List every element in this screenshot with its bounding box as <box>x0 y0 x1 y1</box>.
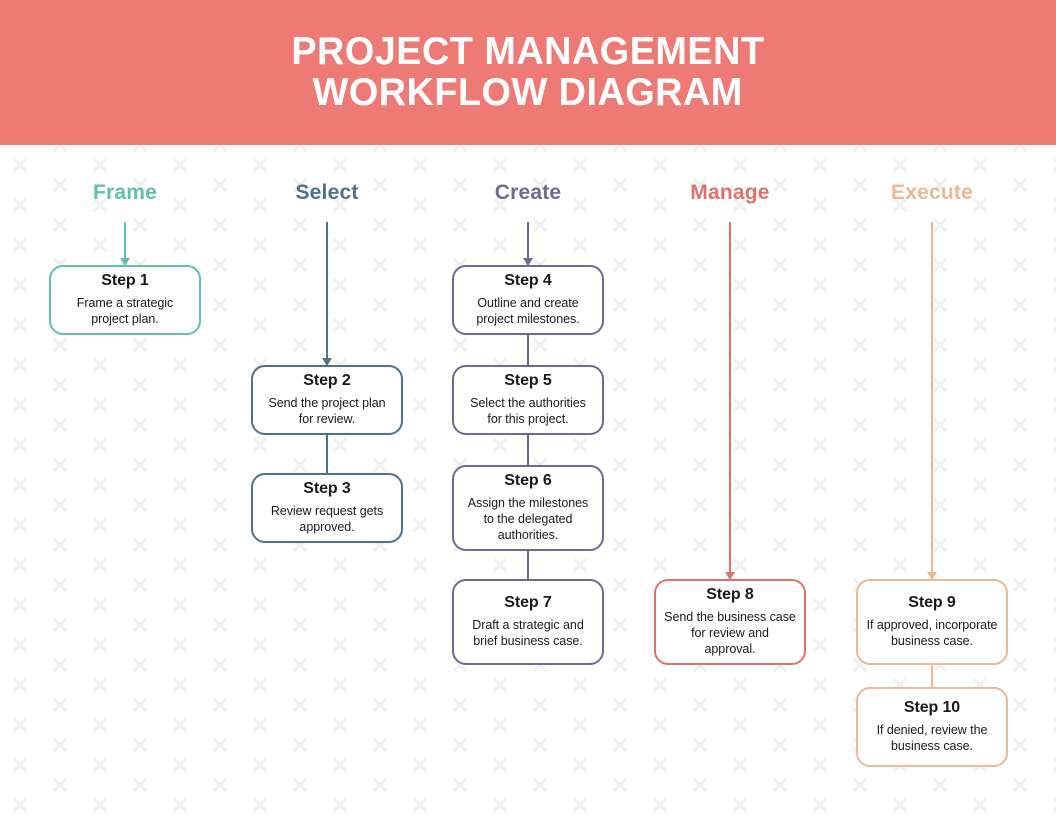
connector-line <box>931 665 933 687</box>
step-title: Step 8 <box>706 586 754 603</box>
page-title-line-1: PROJECT MANAGEMENT <box>291 30 765 73</box>
step-description: Assign the milestones to the delegated a… <box>467 496 589 542</box>
step-description: Send the business case for review and ap… <box>664 610 796 656</box>
step-box-step-10[interactable]: Step 10 If denied, review the business ca… <box>856 687 1008 767</box>
step-title: Step 2 <box>303 372 351 389</box>
step-title: Step 7 <box>504 594 552 611</box>
step-title: Step 6 <box>504 472 552 489</box>
step-box-step-9[interactable]: Step 9 If approved, incorporate business … <box>856 579 1008 665</box>
connector-line <box>527 335 529 365</box>
page-header-band: PROJECT MANAGEMENT WORKFLOW DIAGRAM <box>0 0 1056 145</box>
step-description: Outline and create project milestones. <box>476 296 580 326</box>
step-description: If denied, review the business case. <box>876 723 988 753</box>
step-description: Draft a strategic and brief business cas… <box>472 618 584 648</box>
step-box-step-4[interactable]: Step 4 Outline and create project milesto… <box>452 265 604 335</box>
column-header-select: Select <box>295 181 359 204</box>
step-title: Step 4 <box>504 272 552 289</box>
column-header-frame: Frame <box>92 181 158 204</box>
step-box-step-2[interactable]: Step 2 Send the project plan for review. <box>251 365 403 435</box>
page-title-line-2: WORKFLOW DIAGRAM <box>312 71 744 114</box>
step-title: Step 10 <box>903 699 961 716</box>
step-title: Step 5 <box>504 372 552 389</box>
connector-line <box>527 551 529 579</box>
step-description: Send the project plan for review. <box>268 396 386 426</box>
diagram-canvas: Frame Step 1 Frame a strategic project pla… <box>0 145 1056 816</box>
step-description: If approved, incorporate business case. <box>866 618 998 648</box>
step-box-step-8[interactable]: Step 8 Send the business case for review … <box>654 579 806 665</box>
column-header-create: Create <box>494 181 562 204</box>
connector-line <box>326 222 328 365</box>
step-description: Select the authorities for this project. <box>470 396 586 426</box>
column-header-manage: Manage <box>690 181 770 204</box>
step-box-step-3[interactable]: Step 3 Review request gets approved. <box>251 473 403 543</box>
step-title: Step 3 <box>303 480 351 497</box>
connector-line <box>729 222 731 579</box>
workflow-diagram-page: PROJECT MANAGEMENT WORKFLOW DIAGRAM Fram… <box>0 0 1056 816</box>
step-box-step-1[interactable]: Step 1 Frame a strategic project plan. <box>49 265 201 335</box>
step-box-step-6[interactable]: Step 6 Assign the milestones to the deleg… <box>452 465 604 551</box>
step-description: Review request gets approved. <box>270 504 384 534</box>
connector-line <box>527 435 529 465</box>
connector-line <box>326 435 328 473</box>
step-box-step-7[interactable]: Step 7 Draft a strategic and brief busine… <box>452 579 604 665</box>
step-description: Frame a strategic project plan. <box>76 296 174 326</box>
step-title: Step 1 <box>101 272 149 289</box>
connector-line <box>931 222 933 579</box>
step-box-step-5[interactable]: Step 5 Select the authorities for this pr… <box>452 365 604 435</box>
step-title: Step 9 <box>908 594 956 611</box>
column-header-execute: Execute <box>891 181 973 204</box>
